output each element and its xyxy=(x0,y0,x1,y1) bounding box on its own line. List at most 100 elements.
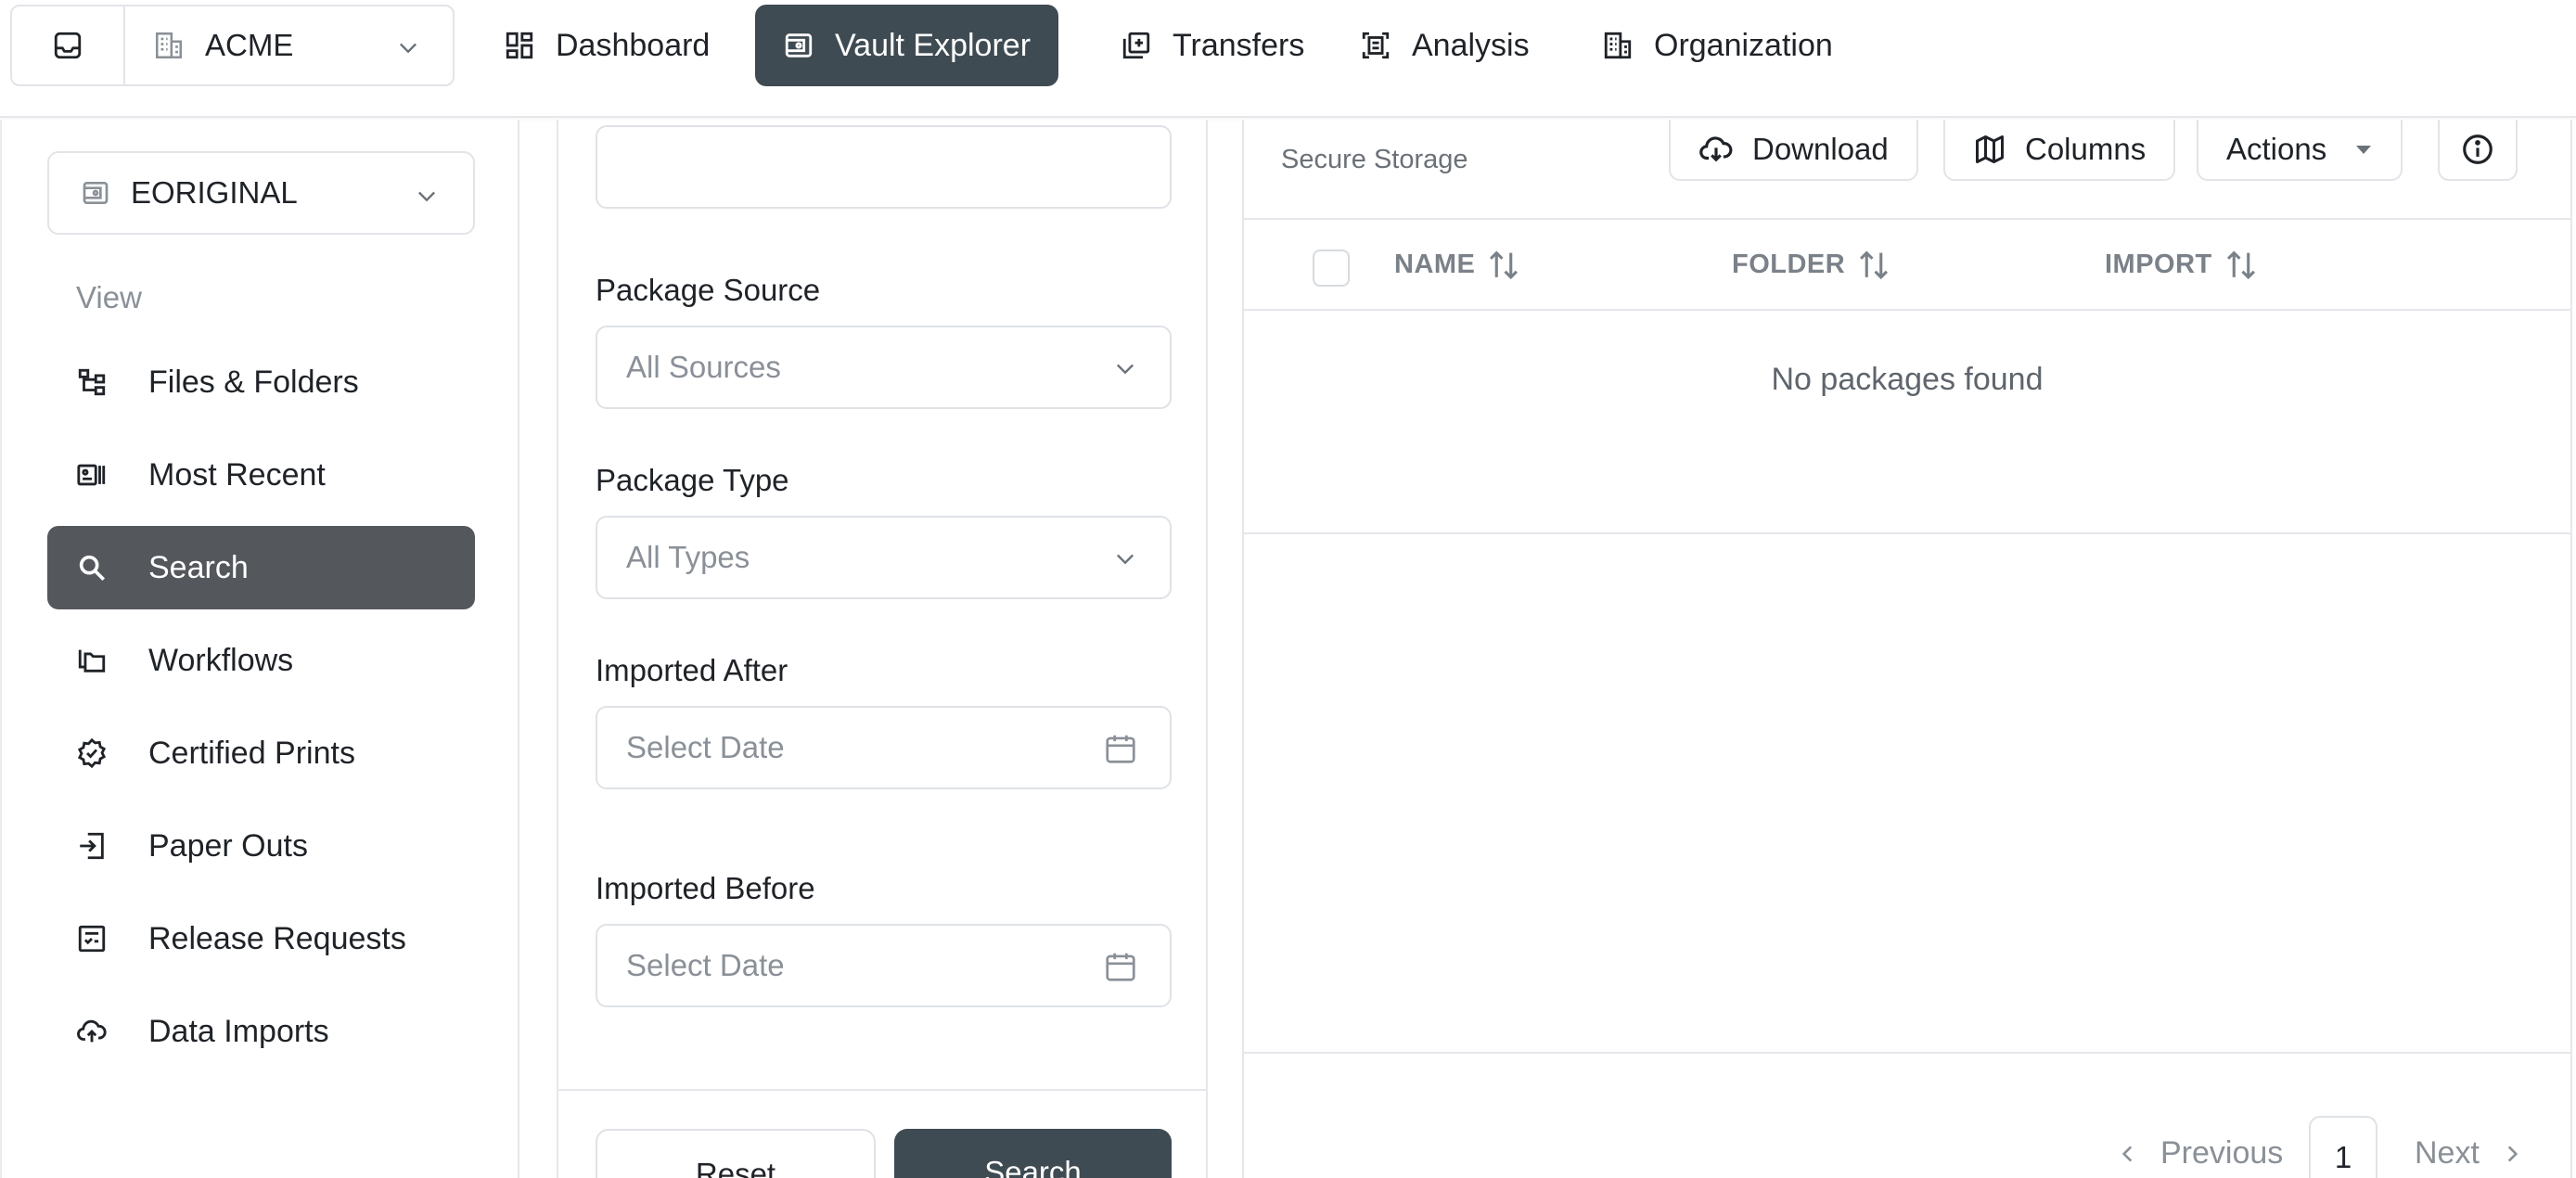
sidebar-item-paper-outs[interactable]: Paper Outs xyxy=(47,804,475,888)
analysis-icon xyxy=(1360,30,1391,61)
tab-label: Dashboard xyxy=(556,27,711,63)
cloud-upload-icon xyxy=(76,1016,108,1047)
inbox-button[interactable] xyxy=(12,6,125,84)
table-header-row: NAME FOLDER IMPORT xyxy=(1244,218,2570,311)
tab-transfers[interactable]: Transfers xyxy=(1093,5,1332,86)
tab-label: Vault Explorer xyxy=(835,27,1032,63)
sidebar-item-files-folders[interactable]: Files & Folders xyxy=(47,340,475,424)
filter-footer-divider xyxy=(558,1089,1206,1091)
column-header-folder[interactable]: FOLDER xyxy=(1732,249,1891,280)
chevron-down-icon xyxy=(1112,545,1138,571)
sidebar-item-data-imports[interactable]: Data Imports xyxy=(47,990,475,1073)
sort-icon xyxy=(1486,249,1521,280)
imported-after-placeholder: Select Date xyxy=(626,730,785,764)
sidebar-item-most-recent[interactable]: Most Recent xyxy=(47,433,475,517)
cloud-download-icon xyxy=(1698,132,1734,167)
sidebar-item-release-requests[interactable]: Release Requests xyxy=(47,897,475,980)
chevron-right-icon xyxy=(2500,1140,2524,1168)
pagination-divider xyxy=(1244,1052,2570,1054)
chevron-left-icon xyxy=(2116,1140,2140,1168)
organization-icon xyxy=(1602,30,1634,61)
results-subtitle: Secure Storage xyxy=(1281,145,1468,174)
search-text-input[interactable] xyxy=(596,125,1172,209)
tab-analysis[interactable]: Analysis xyxy=(1332,5,1557,86)
sidebar-item-label: Certified Prints xyxy=(148,735,355,771)
calendar-icon[interactable] xyxy=(1103,949,1138,984)
chevron-down-icon xyxy=(395,34,421,60)
empty-state-message: No packages found xyxy=(1771,362,2044,397)
vault-sidebar: EORIGINAL View Files & Folders Most Rece… xyxy=(0,120,519,1178)
vault-icon xyxy=(81,178,110,208)
tab-label: Analysis xyxy=(1412,27,1530,63)
sidebar-item-label: Most Recent xyxy=(148,456,326,493)
column-header-name[interactable]: NAME xyxy=(1394,249,1521,280)
imported-before-label: Imported Before xyxy=(596,871,815,905)
folder-tree-icon xyxy=(76,366,108,398)
search-filter-panel: Package Source All Sources Package Type … xyxy=(557,120,1208,1178)
chevron-down-icon xyxy=(414,183,440,209)
column-header-import[interactable]: IMPORT xyxy=(2105,249,2259,280)
tab-label: Transfers xyxy=(1173,27,1305,63)
imported-before-placeholder: Select Date xyxy=(626,948,785,982)
columns-map-icon xyxy=(1973,133,2006,166)
imported-after-label: Imported After xyxy=(596,653,788,687)
transfers-icon xyxy=(1121,30,1152,61)
org-name: ACME xyxy=(205,28,294,62)
download-label: Download xyxy=(1752,132,1889,166)
view-section-label: View xyxy=(76,280,142,314)
column-header-label: NAME xyxy=(1394,249,1476,279)
sidebar-item-label: Workflows xyxy=(148,642,294,678)
search-button[interactable]: Search xyxy=(894,1129,1172,1178)
columns-button[interactable]: Columns xyxy=(1943,120,2176,181)
search-icon xyxy=(76,552,108,583)
previous-page-button[interactable]: Previous xyxy=(2116,1135,2283,1172)
sidebar-item-certified-prints[interactable]: Certified Prints xyxy=(47,711,475,795)
select-all-checkbox[interactable] xyxy=(1313,250,1350,287)
vault-icon xyxy=(783,30,814,61)
package-type-select[interactable]: All Types xyxy=(596,516,1172,599)
inbox-icon xyxy=(52,30,83,61)
next-page-button[interactable]: Next xyxy=(2415,1135,2524,1172)
info-button[interactable] xyxy=(2438,120,2518,181)
imported-before-date-input[interactable]: Select Date xyxy=(596,924,1172,1007)
column-header-label: IMPORT xyxy=(2105,249,2212,279)
sidebar-item-label: Data Imports xyxy=(148,1013,329,1049)
vault-select[interactable]: EORIGINAL xyxy=(47,151,475,235)
actions-dropdown-button[interactable]: Actions xyxy=(2197,120,2403,181)
previous-label: Previous xyxy=(2160,1135,2284,1171)
calendar-icon[interactable] xyxy=(1103,731,1138,766)
workflows-icon xyxy=(76,645,108,676)
column-header-label: FOLDER xyxy=(1732,249,1846,279)
sidebar-item-search[interactable]: Search xyxy=(47,526,475,609)
paper-out-icon xyxy=(76,830,108,862)
org-select[interactable]: ACME xyxy=(125,6,453,84)
package-source-select[interactable]: All Sources xyxy=(596,326,1172,409)
sidebar-item-label: Paper Outs xyxy=(148,827,308,864)
sort-icon xyxy=(2224,249,2259,280)
top-navigation-bar: ACME Dashboard Vault Explorer Transfers … xyxy=(0,0,2576,118)
info-icon xyxy=(2460,132,2495,167)
sidebar-item-workflows[interactable]: Workflows xyxy=(47,619,475,702)
sidebar-item-label: Release Requests xyxy=(148,920,406,956)
chevron-down-icon xyxy=(1112,355,1138,381)
caret-down-icon xyxy=(2354,143,2373,156)
download-button[interactable]: Download xyxy=(1669,120,1918,181)
vault-name: EORIGINAL xyxy=(131,175,298,210)
building-icon xyxy=(153,30,185,61)
package-type-value: All Types xyxy=(626,540,750,574)
imported-after-date-input[interactable]: Select Date xyxy=(596,706,1172,789)
next-label: Next xyxy=(2415,1135,2480,1171)
release-request-icon xyxy=(76,923,108,954)
tab-organization[interactable]: Organization xyxy=(1574,5,1861,86)
page-number-button[interactable]: 1 xyxy=(2309,1116,2377,1178)
recent-icon xyxy=(76,459,108,491)
sidebar-item-label: Search xyxy=(148,549,249,585)
tab-label: Organization xyxy=(1654,27,1833,63)
reset-button[interactable]: Reset xyxy=(596,1129,876,1178)
sort-icon xyxy=(1856,249,1891,280)
sidebar-item-label: Files & Folders xyxy=(148,364,359,400)
tab-vault-explorer[interactable]: Vault Explorer xyxy=(755,5,1059,86)
results-panel: Secure Storage Download Columns Actions … xyxy=(1242,120,2572,1178)
tab-dashboard[interactable]: Dashboard xyxy=(476,5,737,86)
actions-label: Actions xyxy=(2226,132,2327,166)
